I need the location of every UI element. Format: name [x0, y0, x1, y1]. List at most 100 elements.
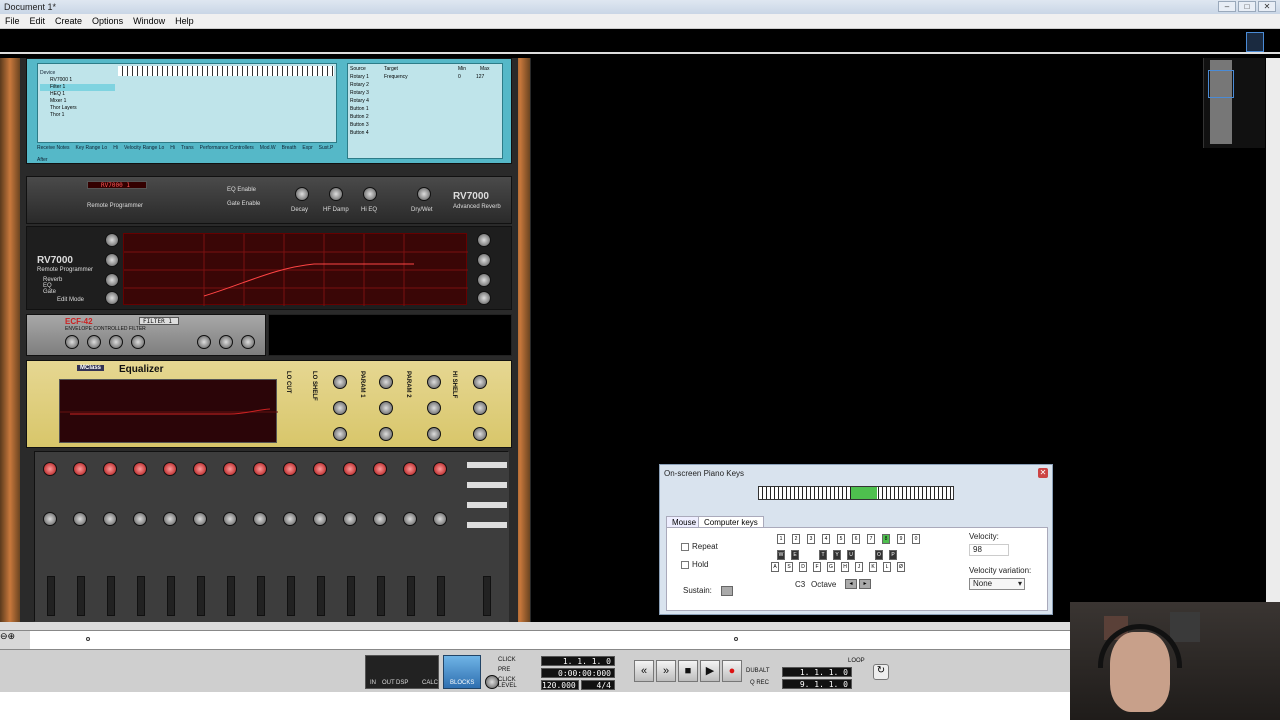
key-h[interactable]: H [841, 562, 849, 572]
ch13-fader[interactable] [407, 576, 415, 616]
song-position-display[interactable]: 1. 1. 1. 0 [541, 656, 615, 666]
master-fader[interactable] [483, 576, 491, 616]
device-item[interactable]: Thor Layers [40, 105, 115, 112]
right-locator[interactable] [734, 637, 738, 641]
remote-knob-8[interactable] [477, 291, 491, 305]
number-key[interactable]: 9 [897, 534, 905, 544]
ch12-fader[interactable] [377, 576, 385, 616]
minimize-button[interactable]: – [1218, 1, 1236, 12]
min-value[interactable]: 0 [458, 74, 476, 82]
ch11-eq-knob[interactable] [343, 512, 357, 526]
ch6-fader[interactable] [197, 576, 205, 616]
ch9-eq-knob[interactable] [283, 512, 297, 526]
ch5-aux-knob[interactable] [163, 462, 177, 476]
menu-edit[interactable]: Edit [30, 16, 46, 26]
ch2-fader[interactable] [77, 576, 85, 616]
ch10-eq-knob[interactable] [313, 512, 327, 526]
lo-shelf-gain-knob[interactable] [333, 401, 347, 415]
hi-shelf-freq-knob[interactable] [473, 375, 487, 389]
menu-help[interactable]: Help [175, 16, 194, 26]
close-button[interactable]: ✕ [1258, 1, 1276, 12]
ch11-fader[interactable] [347, 576, 355, 616]
gate-enable-label[interactable]: Gate Enable [227, 201, 260, 207]
key-j[interactable]: J [855, 562, 863, 572]
remote-knob-4[interactable] [105, 291, 119, 305]
record-button[interactable]: ● [722, 660, 742, 682]
ch12-eq-knob[interactable] [373, 512, 387, 526]
device-item[interactable]: RV7000 1 [40, 77, 115, 84]
q-rec-button[interactable]: Q REC [750, 680, 769, 686]
target-item[interactable]: Frequency [384, 74, 458, 82]
ch4-eq-knob[interactable] [133, 512, 147, 526]
ch11-aux-knob[interactable] [343, 462, 357, 476]
res-knob[interactable] [87, 335, 101, 349]
ch14-fader[interactable] [437, 576, 445, 616]
hf-damp-knob[interactable] [329, 187, 343, 201]
key-w[interactable]: W [777, 550, 785, 560]
close-icon[interactable]: ✕ [1038, 468, 1048, 478]
zoom-out-icon[interactable]: ⊖ [0, 631, 8, 641]
remote-knob-1[interactable] [105, 233, 119, 247]
hi-eq-knob[interactable] [363, 187, 377, 201]
dub-button[interactable]: DUB [746, 668, 759, 674]
key-a[interactable]: A [771, 562, 779, 572]
click-level-knob[interactable] [485, 675, 499, 689]
velocity-variation-select[interactable]: None ▾ [969, 578, 1025, 590]
ch2-eq-knob[interactable] [73, 512, 87, 526]
key-d[interactable]: D [799, 562, 807, 572]
lo-shelf-freq-knob[interactable] [333, 375, 347, 389]
key-y[interactable]: Y [833, 550, 841, 560]
octave-up-button[interactable]: ▸ [859, 579, 871, 589]
velocity-field[interactable]: 98 [969, 544, 1009, 556]
signature-display[interactable]: 4/4 [581, 680, 615, 690]
ch2-aux-knob[interactable] [73, 462, 87, 476]
ch9-fader[interactable] [287, 576, 295, 616]
decay-knob[interactable] [295, 187, 309, 201]
menu-window[interactable]: Window [133, 16, 165, 26]
number-key-active[interactable]: 8 [882, 534, 890, 544]
ch3-fader[interactable] [107, 576, 115, 616]
detach-sequencer-icon[interactable] [1246, 32, 1264, 52]
piano-keyboard-overview[interactable] [758, 486, 954, 500]
ch13-aux-knob[interactable] [403, 462, 417, 476]
menu-create[interactable]: Create [55, 16, 82, 26]
device-item[interactable]: Mixer 1 [40, 98, 115, 105]
number-key[interactable]: 2 [792, 534, 800, 544]
device-item[interactable]: Thor 1 [40, 112, 115, 119]
param1-q-knob[interactable] [379, 427, 393, 441]
source-item[interactable]: Button 2 [350, 114, 502, 122]
source-item[interactable]: Button 1 [350, 106, 502, 114]
ch7-aux-knob[interactable] [223, 462, 237, 476]
ch8-eq-knob[interactable] [253, 512, 267, 526]
param1-gain-knob[interactable] [379, 401, 393, 415]
octave-down-button[interactable]: ◂ [845, 579, 857, 589]
hi-shelf-gain-knob[interactable] [473, 401, 487, 415]
lo-shelf-q-knob[interactable] [333, 427, 347, 441]
device-item[interactable]: HEQ 1 [40, 91, 115, 98]
ch14-aux-knob[interactable] [433, 462, 447, 476]
key-l[interactable]: L [883, 562, 891, 572]
ch14-eq-knob[interactable] [433, 512, 447, 526]
remote-knob-3[interactable] [105, 273, 119, 287]
ch13-eq-knob[interactable] [403, 512, 417, 526]
sequencer-timeline[interactable]: ⊖⊕ [0, 630, 1070, 650]
combinator-keyboard[interactable] [118, 66, 334, 76]
remote-knob-2[interactable] [105, 253, 119, 267]
fast-forward-button[interactable]: » [656, 660, 676, 682]
param2-gain-knob[interactable] [427, 401, 441, 415]
ch6-aux-knob[interactable] [193, 462, 207, 476]
sustain-key[interactable] [721, 586, 733, 596]
number-key[interactable]: 0 [912, 534, 920, 544]
ch8-aux-knob[interactable] [253, 462, 267, 476]
time-display[interactable]: 0:00:00:000 [541, 668, 615, 678]
play-button[interactable]: ▶ [700, 660, 720, 682]
rewind-button[interactable]: « [634, 660, 654, 682]
source-item[interactable]: Button 3 [350, 122, 502, 130]
tempo-display[interactable]: 120.000 [541, 680, 579, 690]
key-f[interactable]: F [813, 562, 821, 572]
hold-checkbox[interactable]: Hold [681, 560, 708, 569]
menu-options[interactable]: Options [92, 16, 123, 26]
mode-gate[interactable]: Gate [43, 289, 56, 295]
ch8-fader[interactable] [257, 576, 265, 616]
menu-file[interactable]: File [5, 16, 20, 26]
